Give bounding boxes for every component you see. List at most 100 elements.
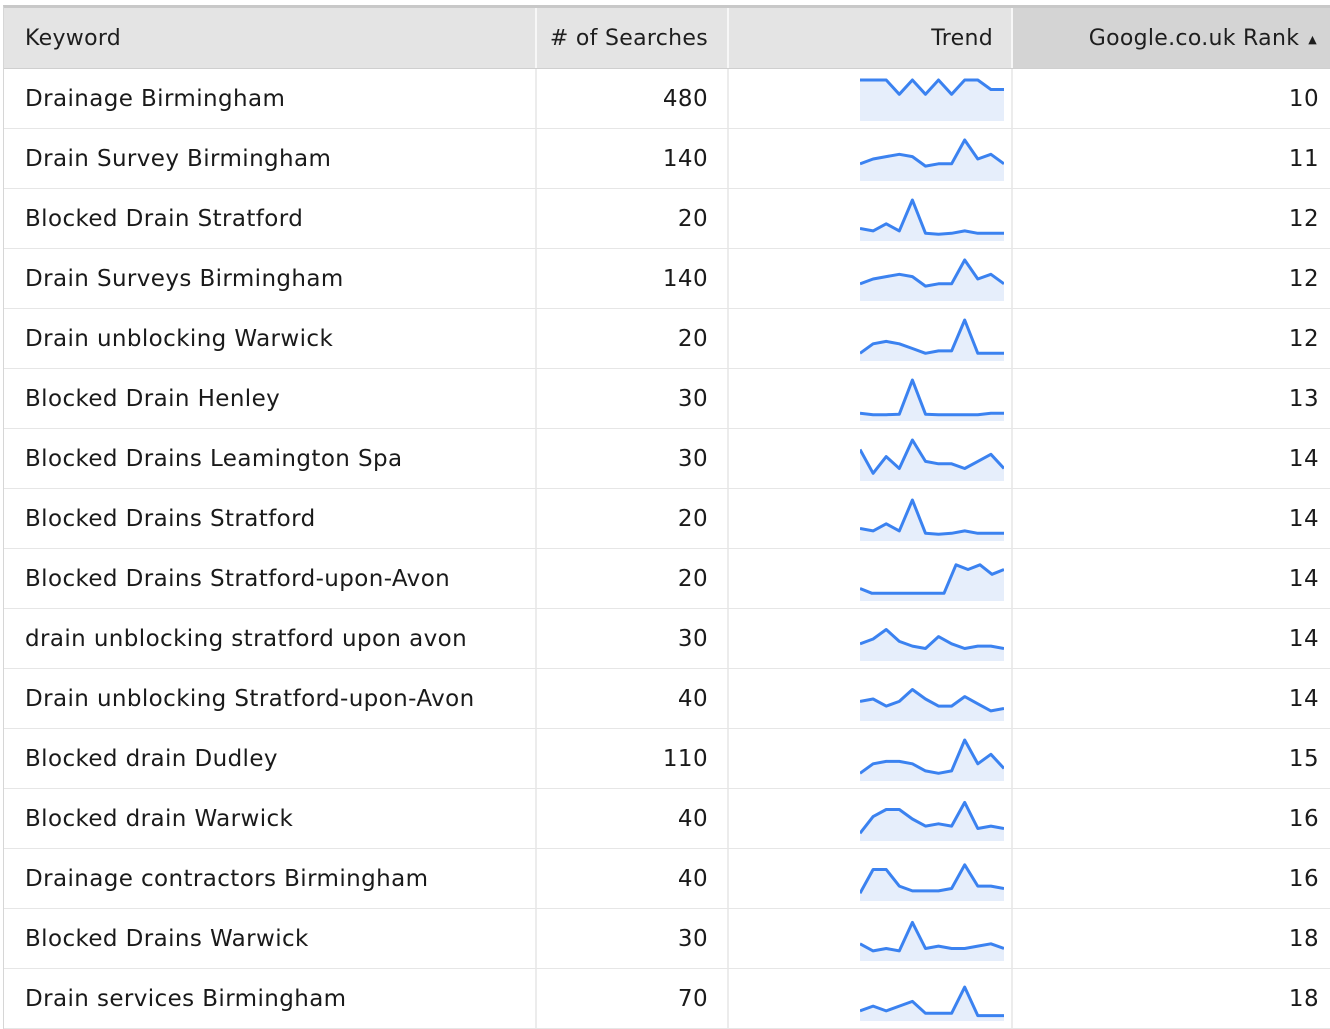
trend-cell — [729, 369, 1013, 428]
rank-cell: 18 — [1288, 925, 1319, 952]
trend-sparkline — [860, 627, 1004, 661]
rank-cell: 11 — [1288, 145, 1319, 172]
rank-cell: 13 — [1288, 385, 1319, 412]
column-header-keyword[interactable]: Keyword — [4, 8, 537, 68]
searches-cell: 140 — [537, 129, 729, 188]
trend-sparkline — [860, 738, 1004, 781]
table-body: Drainage Birmingham 480 10 Drain Survey Bir… — [4, 69, 1330, 1029]
trend-cell — [729, 249, 1013, 308]
rank-cell: 12 — [1288, 205, 1319, 232]
table-header: Keyword # of Searches Trend Google.co.uk… — [4, 8, 1330, 69]
rank-cell: 12 — [1288, 265, 1319, 292]
trend-area — [860, 921, 1004, 961]
keyword-cell: Drain unblocking Stratford-upon-Avon — [4, 669, 537, 728]
searches-cell: 30 — [537, 429, 729, 488]
table-row[interactable]: Blocked drain Dudley 110 15 — [4, 729, 1330, 789]
table-row[interactable]: Drainage Birmingham 480 10 — [4, 69, 1330, 129]
trend-line — [860, 378, 1004, 416]
table-row[interactable]: Drain unblocking Stratford-upon-Avon 40 14 — [4, 669, 1330, 729]
column-header-searches[interactable]: # of Searches — [537, 8, 729, 68]
keyword-cell: Blocked drain Warwick — [4, 789, 537, 848]
column-header-keyword-label: Keyword — [25, 25, 122, 51]
rank-cell: 12 — [1288, 325, 1319, 352]
rank-cell: 15 — [1288, 745, 1319, 772]
keyword-cell: Blocked Drains Stratford-upon-Avon — [4, 549, 537, 608]
searches-cell: 30 — [537, 369, 729, 428]
keyword-cell: Drainage contractors Birmingham — [4, 849, 537, 908]
rank-cell: 16 — [1288, 805, 1319, 832]
trend-cell — [729, 429, 1013, 488]
table-row[interactable]: Blocked drain Warwick 40 16 — [4, 789, 1330, 849]
trend-sparkline — [860, 258, 1004, 301]
trend-sparkline — [860, 498, 1004, 541]
trend-sparkline — [860, 800, 1004, 841]
table-row[interactable]: Blocked Drains Stratford-upon-Avon 20 14 — [4, 549, 1330, 609]
trend-cell — [729, 189, 1013, 248]
trend-sparkline — [860, 138, 1004, 181]
table-row[interactable]: Blocked Drain Stratford 20 12 — [4, 189, 1330, 249]
keyword-cell: Blocked drain Dudley — [4, 729, 537, 788]
trend-line — [860, 920, 1004, 952]
column-header-trend-label: Trend — [931, 25, 993, 51]
rank-cell: 18 — [1288, 985, 1319, 1012]
trend-cell — [729, 849, 1013, 908]
keyword-rank-table: Keyword # of Searches Trend Google.co.uk… — [3, 5, 1330, 1029]
table-row[interactable]: Blocked Drains Warwick 30 18 — [4, 909, 1330, 969]
searches-cell: 40 — [537, 669, 729, 728]
keyword-cell: Drain Survey Birmingham — [4, 129, 537, 188]
trend-cell — [729, 609, 1013, 668]
trend-cell — [729, 969, 1013, 1028]
searches-cell: 110 — [537, 729, 729, 788]
trend-sparkline — [860, 318, 1004, 361]
trend-cell — [729, 309, 1013, 368]
rank-cell: 14 — [1288, 505, 1319, 532]
trend-cell — [729, 909, 1013, 968]
searches-cell: 20 — [537, 309, 729, 368]
table-row[interactable]: Blocked Drains Stratford 20 14 — [4, 489, 1330, 549]
trend-area — [860, 139, 1004, 181]
column-header-rank[interactable]: Google.co.uk Rank ▲ — [1013, 8, 1330, 68]
searches-cell: 40 — [537, 849, 729, 908]
trend-area — [860, 801, 1004, 841]
table-row[interactable]: Drain Surveys Birmingham 140 12 — [4, 249, 1330, 309]
keyword-cell: Blocked Drains Warwick — [4, 909, 537, 968]
column-header-trend[interactable]: Trend — [729, 8, 1013, 68]
table-row[interactable]: Drain services Birmingham 70 18 — [4, 969, 1330, 1029]
trend-area — [860, 319, 1004, 361]
trend-sparkline — [860, 687, 1004, 721]
searches-cell: 30 — [537, 909, 729, 968]
column-header-rank-label: Google.co.uk Rank — [1088, 25, 1300, 51]
trend-sparkline — [860, 985, 1004, 1021]
trend-sparkline — [860, 438, 1004, 481]
rank-cell: 14 — [1288, 565, 1319, 592]
trend-sparkline — [860, 862, 1004, 901]
rank-cell: 14 — [1288, 625, 1319, 652]
table-row[interactable]: Drainage contractors Birmingham 40 16 — [4, 849, 1330, 909]
table-row[interactable]: Blocked Drains Leamington Spa 30 14 — [4, 429, 1330, 489]
searches-cell: 70 — [537, 969, 729, 1028]
keyword-cell: Blocked Drain Henley — [4, 369, 537, 428]
keyword-cell: Blocked Drain Stratford — [4, 189, 537, 248]
table-row[interactable]: Blocked Drain Henley 30 13 — [4, 369, 1330, 429]
searches-cell: 20 — [537, 549, 729, 608]
trend-cell — [729, 669, 1013, 728]
searches-cell: 480 — [537, 69, 729, 128]
searches-cell: 30 — [537, 609, 729, 668]
keyword-cell: drain unblocking stratford upon avon — [4, 609, 537, 668]
trend-cell — [729, 129, 1013, 188]
table-row[interactable]: Drain Survey Birmingham 140 11 — [4, 129, 1330, 189]
trend-cell — [729, 489, 1013, 548]
keyword-cell: Drain unblocking Warwick — [4, 309, 537, 368]
trend-sparkline — [860, 562, 1004, 601]
rank-cell: 14 — [1288, 445, 1319, 472]
rank-cell: 10 — [1288, 85, 1319, 112]
keyword-cell: Drain services Birmingham — [4, 969, 537, 1028]
column-header-searches-label: # of Searches — [549, 25, 708, 51]
trend-cell — [729, 789, 1013, 848]
table-row[interactable]: Drain unblocking Warwick 20 12 — [4, 309, 1330, 369]
searches-cell: 40 — [537, 789, 729, 848]
table-row[interactable]: drain unblocking stratford upon avon 30 14 — [4, 609, 1330, 669]
searches-cell: 140 — [537, 249, 729, 308]
trend-sparkline — [860, 378, 1004, 421]
keyword-cell: Drain Surveys Birmingham — [4, 249, 537, 308]
